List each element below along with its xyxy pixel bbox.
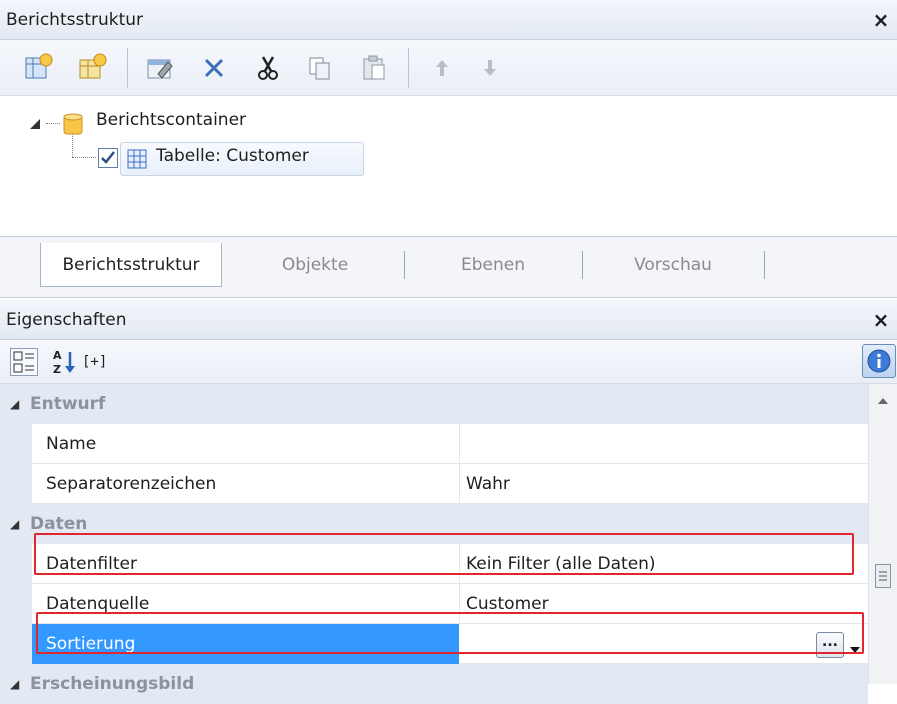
property-row-separatorenzeichen[interactable]: Separatorenzeichen Wahr [32,464,868,504]
tab-divider [404,251,405,279]
highlight-sortierung [36,612,864,654]
categorized-view-icon[interactable] [10,348,38,376]
paste-icon[interactable] [358,52,390,84]
add-report-icon[interactable] [22,52,54,84]
properties-panel-title: Eigenschaften [6,310,127,330]
sort-alphabetical-icon[interactable]: AZ [52,346,78,378]
svg-text:A: A [53,349,62,362]
container-icon [62,112,84,136]
tree-child-label[interactable]: Tabelle: Customer [156,146,309,166]
collapse-triangle-icon[interactable]: ◢ [10,504,19,544]
collapse-triangle-icon[interactable]: ◢ [10,384,19,424]
table-icon [126,148,148,170]
tree-child-checkbox[interactable] [98,148,118,168]
collapse-arrow-icon[interactable] [28,116,42,130]
tab-divider [582,251,583,279]
property-grid: ◢ Entwurf Name Separatorenzeichen Wahr ◢… [0,384,868,704]
structure-toolbar [0,40,897,96]
property-name: Name [46,434,97,454]
copy-icon[interactable] [304,52,336,84]
category-label: Entwurf [30,394,106,414]
cut-icon[interactable] [252,52,284,84]
toolbar-separator [408,48,409,88]
properties-icon[interactable] [144,52,176,84]
structure-panel-close-button[interactable]: × [869,0,893,40]
move-down-icon[interactable] [474,52,506,84]
property-name: Separatorenzeichen [46,474,217,494]
tab-divider [764,251,765,279]
grid-splitter [459,464,460,504]
info-icon[interactable] [862,344,896,378]
svg-text:Z: Z [53,363,61,376]
property-row-name[interactable]: Name [32,424,868,464]
properties-toolbar: AZ [+] [0,340,897,384]
tree-root-label[interactable]: Berichtscontainer [96,110,246,130]
report-structure-tree: Berichtscontainer Tabelle: Customer [0,96,897,236]
property-grid-scrollbar[interactable] [868,384,897,684]
move-up-icon[interactable] [426,52,458,84]
structure-panel-title: Berichtsstruktur [6,10,144,30]
category-entwurf[interactable]: ◢ Entwurf [0,384,868,424]
category-label: Erscheinungsbild [30,674,195,694]
expand-all-button[interactable]: [+] [82,350,107,374]
property-value[interactable]: Wahr [466,464,866,504]
toolbar-separator [127,48,128,88]
tab-objekte[interactable]: Objekte [230,243,400,287]
highlight-datenfilter [34,533,854,575]
scroll-thumb-grip-icon[interactable] [875,564,891,588]
properties-panel-header: Eigenschaften × [0,300,897,340]
collapse-triangle-icon[interactable]: ◢ [10,664,19,704]
structure-tab-strip: Berichtsstruktur Objekte Ebenen Vorschau [0,236,897,298]
grid-gutter [0,544,32,664]
grid-splitter [459,424,460,464]
grid-gutter [0,424,32,504]
structure-panel-header: Berichtsstruktur × [0,0,897,40]
delete-icon[interactable] [198,52,230,84]
add-table-icon[interactable] [76,52,108,84]
tab-berichtsstruktur[interactable]: Berichtsstruktur [40,243,222,287]
scroll-up-icon[interactable] [876,392,890,404]
properties-panel-close-button[interactable]: × [869,300,893,340]
tab-vorschau[interactable]: Vorschau [588,243,758,287]
category-erscheinungsbild[interactable]: ◢ Erscheinungsbild [0,664,868,704]
tab-ebenen[interactable]: Ebenen [410,243,576,287]
tree-connector [46,123,60,124]
tree-connector [72,157,96,158]
